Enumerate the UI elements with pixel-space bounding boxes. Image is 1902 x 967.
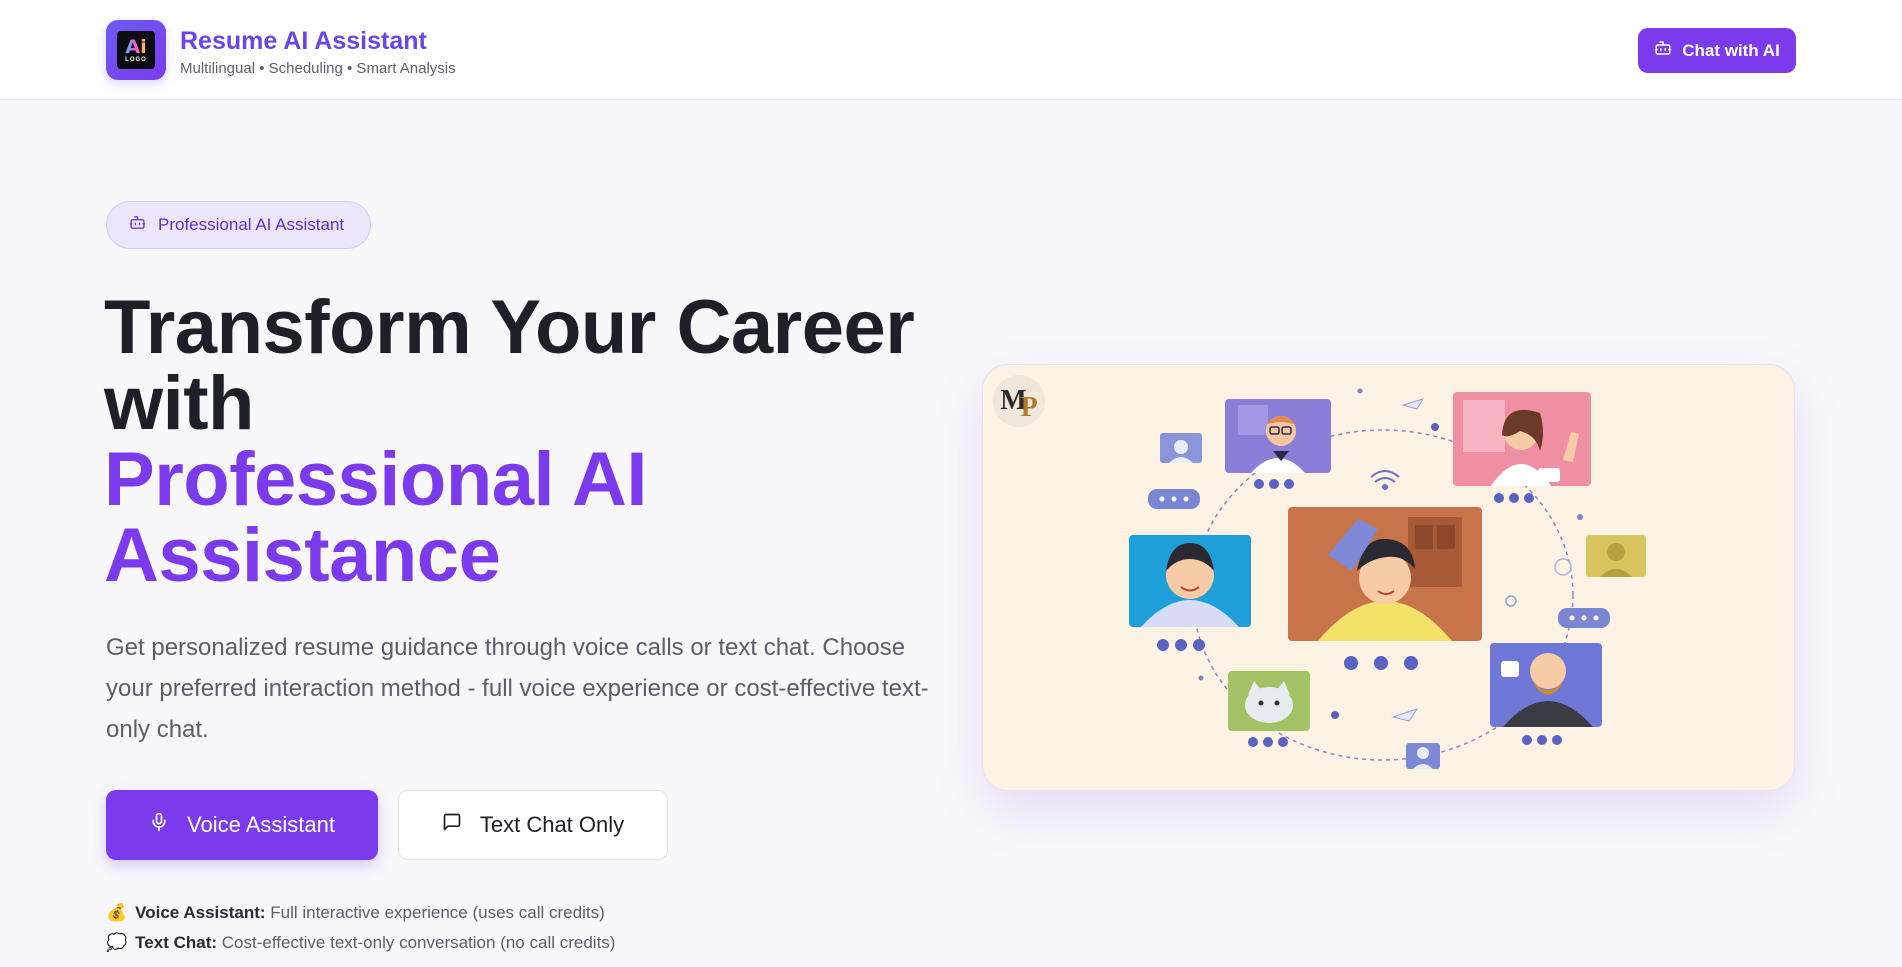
note-title: Text Chat: [135,933,218,952]
participant-bald-man [1490,643,1602,745]
note-title: Voice Assistant: [135,903,266,922]
app-title[interactable]: Resume AI Assistant [180,27,427,56]
note-text: Text Chat: Cost-effective text-only conv… [135,933,615,953]
bot-icon [1654,39,1672,62]
hero-description: Get personalized resume guidance through… [106,634,929,743]
video-call-illustration [1129,388,1646,769]
hero-headline: Transform Your Career with Professional … [104,290,964,594]
small-avatar [1160,433,1202,463]
app-logo[interactable]: Ai LOGO [106,20,166,80]
small-avatar-bottom [1406,743,1440,769]
small-yellow-avatar [1586,535,1646,577]
microphone-icon [149,812,169,838]
participant-thinking-man [1288,507,1482,670]
participant-cat [1228,671,1310,747]
text-chat-label: Text Chat Only [479,812,625,837]
mp-watermark-logo: M P [993,375,1045,427]
money-bag-icon: 💰 [106,903,128,922]
text-chat-note: 💭 Text Chat: Cost-effective text-only co… [106,933,615,953]
bot-icon [129,214,146,236]
headline-line-2: with [104,361,254,446]
participant-waving-woman [1453,392,1591,503]
note-text: Voice Assistant: Full interactive experi… [135,903,605,923]
professional-ai-badge: Professional AI Assistant [106,201,371,249]
chat-with-ai-button[interactable]: Chat with AI [1638,28,1796,73]
chat-with-ai-label: Chat with AI [1682,40,1780,60]
top-nav-bar: Ai LOGO Resume AI Assistant Multilingual… [0,0,1902,100]
badge-label: Professional AI Assistant [158,215,345,234]
note-body: Full interactive experience (uses call c… [270,903,605,922]
logo-text: Ai [125,36,147,58]
hero-illustration: M P [982,364,1795,791]
logo-letter-p: P [1020,392,1038,423]
chat-bubble-right [1558,608,1610,628]
participant-glasses-man [1225,399,1331,489]
message-square-icon [442,812,462,838]
voice-assistant-button[interactable]: Voice Assistant [106,790,378,860]
chat-bubble [1148,489,1200,509]
thought-bubble-icon: 💭 [106,933,128,952]
headline-line-1: Transform Your Career [104,285,915,370]
wifi-icon [1370,470,1400,490]
voice-assistant-label: Voice Assistant [187,812,335,837]
app-subtitle: Multilingual • Scheduling • Smart Analys… [180,60,456,77]
text-chat-button[interactable]: Text Chat Only [398,790,668,860]
logo-subtext: LOGO [125,57,147,63]
headline-accent-line-1: Professional AI [104,437,647,522]
note-body: Cost-effective text-only conversation (n… [221,933,616,952]
headline-accent-line-2: Assistance [104,513,501,598]
logo-mark: Ai LOGO [117,31,155,69]
participant-smiling-man [1129,535,1251,651]
voice-assistant-note: 💰 Voice Assistant: Full interactive expe… [106,903,605,923]
